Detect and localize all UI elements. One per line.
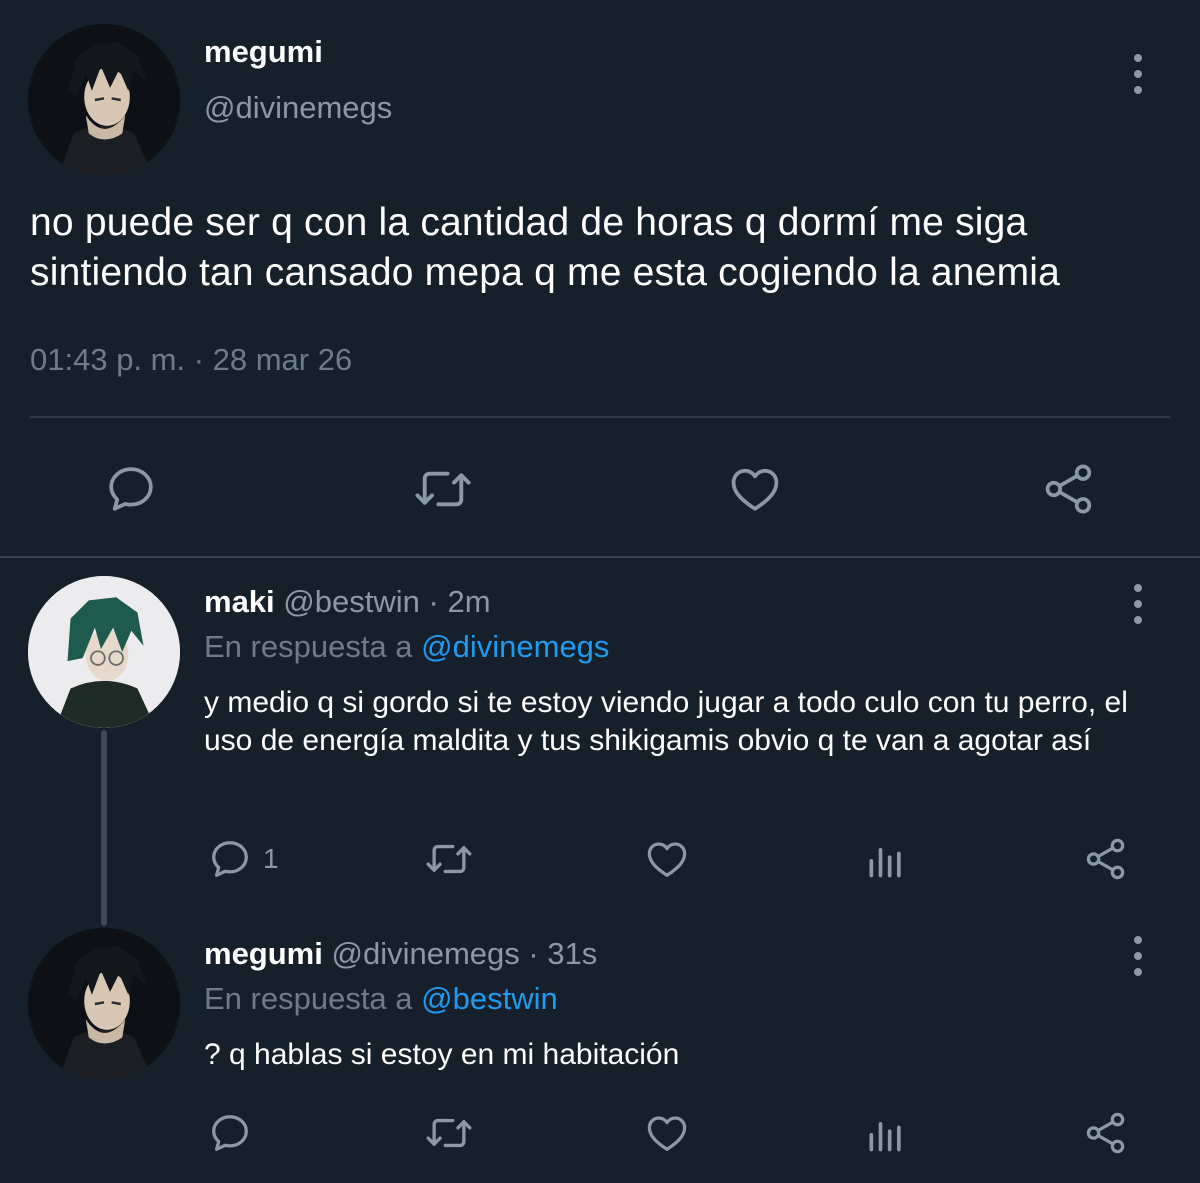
like-button[interactable]	[726, 461, 784, 517]
section-divider	[0, 556, 1200, 558]
main-tweet: megumi @divinemegs no puede ser q con la…	[0, 0, 1200, 556]
reply-time: · 31s	[528, 936, 598, 971]
replying-to-label: En respuesta a	[204, 629, 413, 664]
avatar-megumi-image	[28, 24, 180, 176]
reply-header: maki @bestwin · 2m	[204, 584, 491, 620]
avatar[interactable]	[28, 576, 180, 728]
like-icon	[647, 1116, 687, 1151]
reply-header: megumi @divinemegs · 31s	[204, 936, 597, 972]
analytics-icon	[869, 848, 901, 878]
divider	[30, 416, 1170, 418]
share-icon	[1086, 838, 1125, 880]
more-options-icon[interactable]	[1128, 54, 1148, 94]
avatar-megumi-image	[28, 928, 180, 1080]
retweet-button[interactable]	[423, 1110, 475, 1156]
replying-to: En respuesta a @divinemegs	[204, 629, 609, 665]
author-handle[interactable]: @bestwin	[283, 584, 420, 619]
replying-to: En respuesta a @bestwin	[204, 981, 558, 1017]
thread-line	[101, 730, 107, 926]
share-button[interactable]	[1040, 461, 1098, 517]
reply-icon	[109, 467, 153, 511]
author-handle[interactable]: @divinemegs	[331, 936, 519, 971]
reply-count: 1	[263, 843, 279, 874]
analytics-button[interactable]	[864, 1110, 908, 1156]
retweet-button[interactable]	[423, 836, 475, 882]
reply-icon	[212, 841, 248, 877]
more-options-icon[interactable]	[1128, 584, 1148, 624]
author-name[interactable]: maki	[204, 584, 275, 619]
reply-button[interactable]: 1	[207, 836, 279, 882]
like-button[interactable]	[643, 836, 691, 882]
reply-button[interactable]	[103, 461, 159, 517]
reply-text: y medio q si gordo si te estoy viendo ju…	[204, 686, 1128, 757]
share-icon	[1045, 464, 1092, 514]
avatar-maki-image	[28, 576, 180, 728]
like-icon	[647, 842, 687, 877]
reply-time: · 2m	[428, 584, 491, 619]
author-handle[interactable]: @divinemegs	[204, 90, 392, 126]
reply-icon	[212, 1115, 248, 1151]
replying-to-label: En respuesta a	[204, 981, 413, 1016]
replying-to-mention[interactable]: @bestwin	[421, 981, 558, 1016]
reply-tweet[interactable]: megumi @divinemegs · 31s En respuesta a …	[0, 912, 1200, 1183]
share-button[interactable]	[1082, 1110, 1130, 1156]
tweet-text: no puede ser q con la cantidad de horas …	[30, 201, 1061, 294]
like-icon	[731, 468, 779, 511]
avatar[interactable]	[28, 24, 180, 176]
retweet-button[interactable]	[411, 461, 475, 517]
avatar[interactable]	[28, 928, 180, 1080]
author-name[interactable]: megumi	[204, 936, 323, 971]
like-button[interactable]	[643, 1110, 691, 1156]
retweet-icon	[426, 1118, 472, 1148]
reply-tweet[interactable]: maki @bestwin · 2m En respuesta a @divin…	[0, 560, 1200, 926]
replying-to-mention[interactable]: @divinemegs	[421, 629, 609, 664]
reply-text: ? q hablas si estoy en mi habitación	[204, 1038, 680, 1071]
analytics-button[interactable]	[864, 836, 908, 882]
reply-button[interactable]	[207, 1110, 253, 1156]
share-icon	[1086, 1112, 1125, 1154]
tweet-timestamp[interactable]: 01:43 p. m. · 28 mar 26	[30, 342, 352, 378]
more-options-icon[interactable]	[1128, 936, 1148, 976]
tweet-actions	[0, 455, 1200, 521]
analytics-icon	[869, 1122, 901, 1152]
author-name[interactable]: megumi	[204, 34, 323, 70]
tweet-thread-screen: megumi @divinemegs no puede ser q con la…	[0, 0, 1200, 1183]
retweet-icon	[426, 844, 472, 874]
retweet-icon	[415, 471, 471, 507]
share-button[interactable]	[1082, 836, 1130, 882]
